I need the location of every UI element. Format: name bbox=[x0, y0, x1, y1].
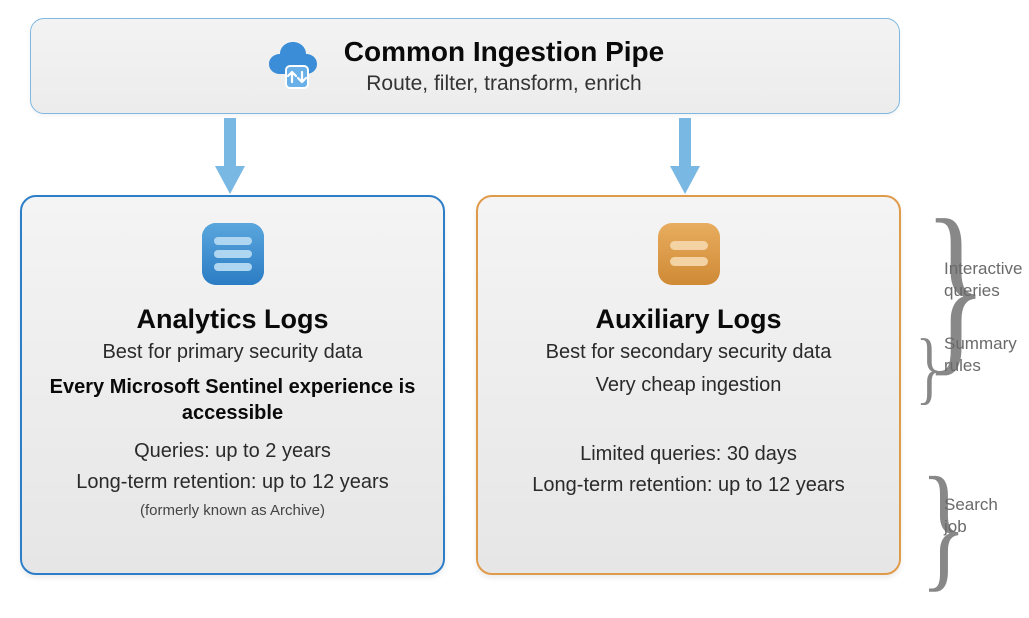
analytics-title: Analytics Logs bbox=[40, 304, 425, 335]
auxiliary-retention: Long-term retention: up to 12 years bbox=[496, 474, 881, 497]
ingestion-title: Common Ingestion Pipe bbox=[344, 36, 664, 68]
analytics-logs-icon bbox=[40, 219, 425, 294]
label-interactive-queries: Interactive queries bbox=[944, 258, 1022, 302]
ingestion-pipe-box: Common Ingestion Pipe Route, filter, tra… bbox=[30, 18, 900, 114]
ingestion-subtitle: Route, filter, transform, enrich bbox=[344, 72, 664, 96]
auxiliary-queries: Limited queries: 30 days bbox=[496, 443, 881, 466]
ingestion-text: Common Ingestion Pipe Route, filter, tra… bbox=[344, 36, 664, 96]
analytics-queries: Queries: up to 2 years bbox=[40, 440, 425, 463]
arrow-to-analytics bbox=[215, 118, 245, 188]
analytics-retention: Long-term retention: up to 12 years bbox=[40, 471, 425, 494]
brace-icon: } bbox=[916, 316, 943, 420]
analytics-logs-card: Analytics Logs Best for primary security… bbox=[20, 195, 445, 575]
analytics-subtitle: Best for primary security data bbox=[40, 341, 425, 364]
label-search-job: Search job bbox=[944, 494, 1020, 538]
auxiliary-subtitle: Best for secondary security data bbox=[496, 341, 881, 364]
label-summary-rules: Summary rules bbox=[944, 333, 1020, 377]
auxiliary-logs-card: Auxiliary Logs Best for secondary securi… bbox=[476, 195, 901, 575]
analytics-retention-note: (formerly known as Archive) bbox=[40, 502, 425, 519]
ingestion-inner: Common Ingestion Pipe Route, filter, tra… bbox=[266, 36, 664, 96]
auxiliary-cheap: Very cheap ingestion bbox=[496, 374, 881, 397]
arrow-to-auxiliary bbox=[670, 118, 700, 188]
auxiliary-title: Auxiliary Logs bbox=[496, 304, 881, 335]
pipe-cloud-icon bbox=[266, 38, 322, 95]
auxiliary-logs-icon bbox=[496, 219, 881, 294]
side-labels: } Interactive queries } Summary rules } … bbox=[910, 198, 1020, 573]
analytics-emphasis: Every Microsoft Sentinel experience is a… bbox=[40, 374, 425, 426]
